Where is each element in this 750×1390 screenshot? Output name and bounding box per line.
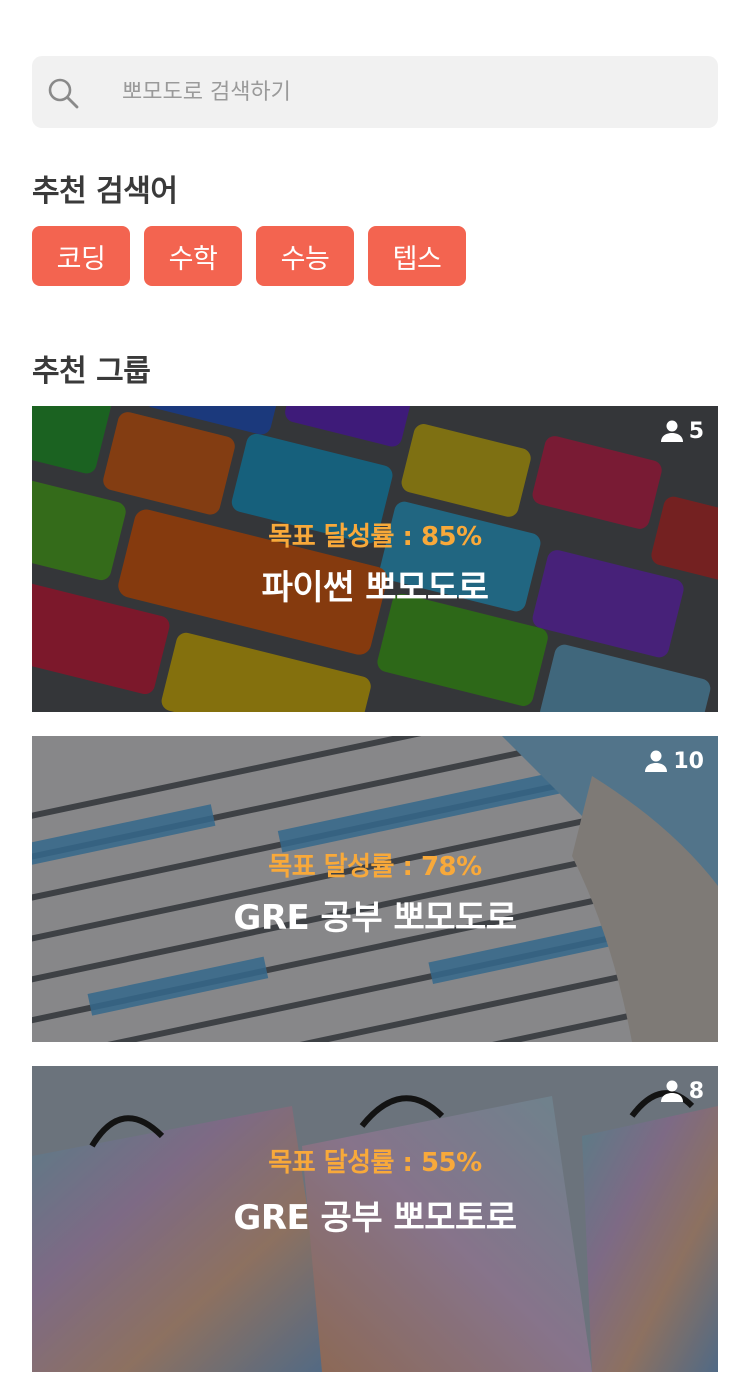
keyword-chip[interactable]: 텝스 xyxy=(368,226,466,286)
member-count-value: 5 xyxy=(688,418,704,444)
group-title: GRE 공부 뽀모토로 xyxy=(233,1198,517,1238)
recommended-groups-title: 추천 그룹 xyxy=(32,354,151,389)
group-card-overlay xyxy=(32,406,718,712)
keyword-chip[interactable]: 코딩 xyxy=(32,226,130,286)
group-card[interactable]: 8 목표 달성률 : 55% GRE 공부 뽀모토로 xyxy=(32,1066,718,1372)
person-icon xyxy=(645,750,668,772)
group-card-overlay xyxy=(32,736,718,1042)
goal-rate: 목표 달성률 : 78% xyxy=(268,852,482,882)
search-input[interactable] xyxy=(122,56,702,128)
keyword-chip-list: 코딩 수학 수능 텝스 xyxy=(32,226,466,286)
group-card[interactable]: 5 목표 달성률 : 85% 파이썬 뽀모도로 xyxy=(32,406,718,712)
person-icon xyxy=(660,420,683,442)
group-title: GRE 공부 뽀모도로 xyxy=(233,898,517,938)
group-title: 파이썬 뽀모도로 xyxy=(261,568,489,608)
member-count: 8 xyxy=(659,1078,704,1104)
recommended-keywords-title: 추천 검색어 xyxy=(32,174,178,209)
search-icon xyxy=(48,78,79,109)
goal-rate: 목표 달성률 : 55% xyxy=(268,1148,482,1178)
person-icon xyxy=(660,1080,683,1102)
keyword-chip[interactable]: 수학 xyxy=(144,226,242,286)
keyword-chip[interactable]: 수능 xyxy=(256,226,354,286)
member-count-value: 10 xyxy=(673,748,704,774)
member-count-value: 8 xyxy=(688,1078,704,1104)
search-page: 추천 검색어 코딩 수학 수능 텝스 추천 그룹 xyxy=(0,0,750,1390)
group-card[interactable]: 10 목표 달성률 : 78% GRE 공부 뽀모도로 xyxy=(32,736,718,1042)
search-bar[interactable] xyxy=(32,56,718,128)
member-count: 5 xyxy=(659,418,704,444)
goal-rate: 목표 달성률 : 85% xyxy=(268,522,482,552)
member-count: 10 xyxy=(643,748,704,774)
